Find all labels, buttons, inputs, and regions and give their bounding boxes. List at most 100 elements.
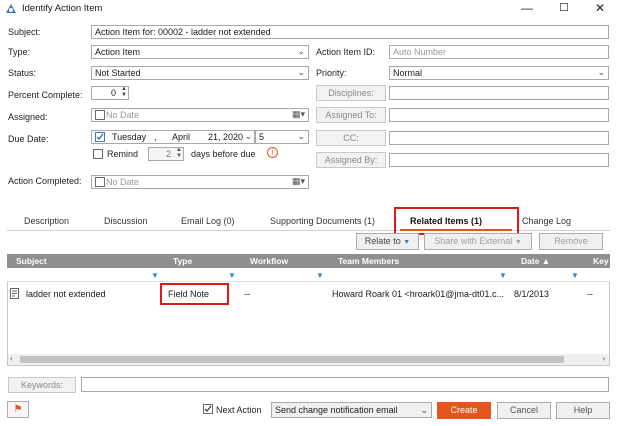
assigned-to-button[interactable]: Assigned To:: [316, 107, 386, 123]
share-external-button[interactable]: Share with External ▼: [424, 233, 532, 250]
window-title: Identify Action Item: [22, 3, 103, 14]
checkmark-icon: [204, 405, 212, 412]
remind-checkbox[interactable]: [93, 149, 103, 159]
cc-input[interactable]: [389, 131, 609, 145]
active-tab-underline: [400, 229, 512, 231]
calendar-dropdown-icon[interactable]: ▦▾: [292, 176, 305, 187]
due-date-separator: ,: [154, 132, 157, 142]
type-select[interactable]: Action Item ⌄: [91, 45, 309, 59]
flag-icon: ⚑: [13, 404, 23, 415]
tab-discussion[interactable]: Discussion: [104, 216, 148, 226]
tab-email-log[interactable]: Email Log (0): [181, 216, 235, 226]
due-time-select[interactable]: 5 ⌄: [255, 130, 309, 144]
due-date-month: April: [172, 132, 191, 142]
column-header-workflow[interactable]: Workflow: [250, 256, 288, 266]
close-button[interactable]: ✕: [582, 0, 617, 18]
chevron-down-icon[interactable]: ⌄: [244, 131, 252, 142]
assigned-by-button[interactable]: Assigned By:: [316, 152, 386, 168]
filter-icon[interactable]: ▼: [316, 271, 324, 280]
chevron-down-icon: ⌄: [297, 46, 305, 56]
due-date-picker[interactable]: Tuesday , April 21, 2020 ⌄: [91, 130, 255, 144]
scroll-left-icon[interactable]: ‹: [10, 354, 13, 363]
relate-to-button[interactable]: Relate to ▼: [356, 233, 419, 250]
dropdown-arrow-icon: ▼: [514, 239, 522, 246]
item-id-label: Action Item ID:: [316, 47, 376, 57]
due-time-value: 5: [259, 132, 265, 142]
dropdown-arrow-icon: ▼: [403, 239, 411, 246]
filter-icon[interactable]: ▼: [571, 271, 579, 280]
percent-stepper[interactable]: 0 ▲ ▼: [91, 86, 129, 100]
due-date-checkbox[interactable]: [95, 132, 105, 142]
table-row[interactable]: ladder not extended Field Note -- Howard…: [8, 282, 609, 304]
tab-change-log[interactable]: Change Log: [522, 216, 571, 226]
stepper-arrows-icon[interactable]: ▲ ▼: [121, 87, 127, 98]
completed-label: Action Completed:: [8, 176, 82, 186]
item-id-input[interactable]: Auto Number: [389, 45, 609, 59]
column-header-type[interactable]: Type: [173, 256, 192, 266]
maximize-button[interactable]: ☐: [546, 0, 582, 18]
tab-related-items[interactable]: Related Items (1): [410, 216, 482, 226]
cc-button[interactable]: CC:: [316, 130, 386, 146]
percent-value: 0: [110, 88, 116, 98]
completed-date-field[interactable]: No Date ▦▾: [91, 175, 309, 189]
assigned-date-checkbox[interactable]: [95, 110, 105, 120]
field-note-highlight: [160, 283, 229, 305]
remind-suffix: days before due: [191, 149, 256, 159]
type-select-value: Action Item: [95, 47, 141, 57]
filter-icon[interactable]: ▼: [499, 271, 507, 280]
assigned-by-input[interactable]: [389, 153, 609, 167]
subject-label: Subject:: [8, 27, 41, 37]
calendar-dropdown-icon[interactable]: ▦▾: [292, 109, 305, 120]
remove-button[interactable]: Remove: [539, 233, 603, 250]
remind-days-stepper[interactable]: 2 ▲ ▼: [148, 147, 184, 161]
row-workflow: --: [244, 289, 250, 299]
keywords-button[interactable]: Keywords:: [8, 377, 76, 393]
tab-description[interactable]: Description: [24, 216, 69, 226]
column-header-date[interactable]: Date ▲: [521, 256, 550, 266]
due-date-weekday: Tuesday: [112, 132, 147, 142]
type-label: Type:: [8, 47, 31, 57]
share-external-label: Share with External: [434, 236, 513, 246]
assigned-to-input[interactable]: [389, 108, 609, 122]
horizontal-scrollbar[interactable]: ‹ ›: [8, 354, 609, 365]
assigned-date-value: No Date: [106, 110, 140, 120]
filter-icon[interactable]: ▼: [228, 271, 236, 280]
remind-days-value: 2: [165, 149, 171, 159]
grid-header-row: Subject Type Workflow Team Members Date …: [7, 254, 610, 268]
status-select[interactable]: Not Started ⌄: [91, 66, 309, 80]
priority-select-value: Normal: [393, 68, 423, 78]
completed-date-checkbox[interactable]: [95, 177, 105, 187]
row-subject: ladder not extended: [26, 289, 106, 299]
cancel-button[interactable]: Cancel: [497, 402, 551, 419]
keywords-input[interactable]: [81, 377, 609, 392]
info-icon[interactable]: i: [267, 147, 278, 158]
column-header-subject[interactable]: Subject: [16, 256, 47, 266]
flag-button[interactable]: ⚑: [7, 401, 29, 418]
assigned-date-field[interactable]: No Date ▦▾: [91, 108, 309, 122]
subject-input[interactable]: Action Item for: 00002 - ladder not exte…: [91, 25, 609, 39]
notification-select[interactable]: Send change notification email ⌄: [271, 402, 432, 418]
next-action-checkbox[interactable]: [203, 404, 213, 414]
app-icon: [6, 4, 16, 13]
tab-supporting-documents[interactable]: Supporting Documents (1): [270, 216, 375, 226]
tab-divider: [7, 230, 610, 231]
minimize-button[interactable]: —: [509, 0, 545, 18]
create-button[interactable]: Create: [437, 402, 491, 419]
priority-select[interactable]: Normal ⌄: [389, 66, 609, 80]
title-bar: Identify Action Item — ☐ ✕: [0, 0, 617, 18]
disciplines-input[interactable]: [389, 86, 609, 100]
stepper-arrows-icon[interactable]: ▲ ▼: [176, 148, 182, 159]
remind-label: Remind: [107, 149, 139, 159]
column-header-key[interactable]: Key: [593, 256, 609, 266]
percent-label: Percent Complete:: [8, 90, 83, 100]
assigned-label: Assigned:: [8, 112, 48, 122]
filter-icon[interactable]: ▼: [151, 271, 159, 280]
scrollbar-thumb[interactable]: [20, 356, 564, 363]
column-header-team-members[interactable]: Team Members: [338, 256, 399, 266]
help-button[interactable]: Help: [556, 402, 610, 419]
disciplines-button[interactable]: Disciplines:: [316, 85, 386, 101]
note-icon: [10, 288, 19, 299]
status-label: Status:: [8, 68, 37, 78]
scroll-right-icon[interactable]: ›: [602, 354, 605, 363]
chevron-down-icon: ⌄: [597, 67, 605, 77]
